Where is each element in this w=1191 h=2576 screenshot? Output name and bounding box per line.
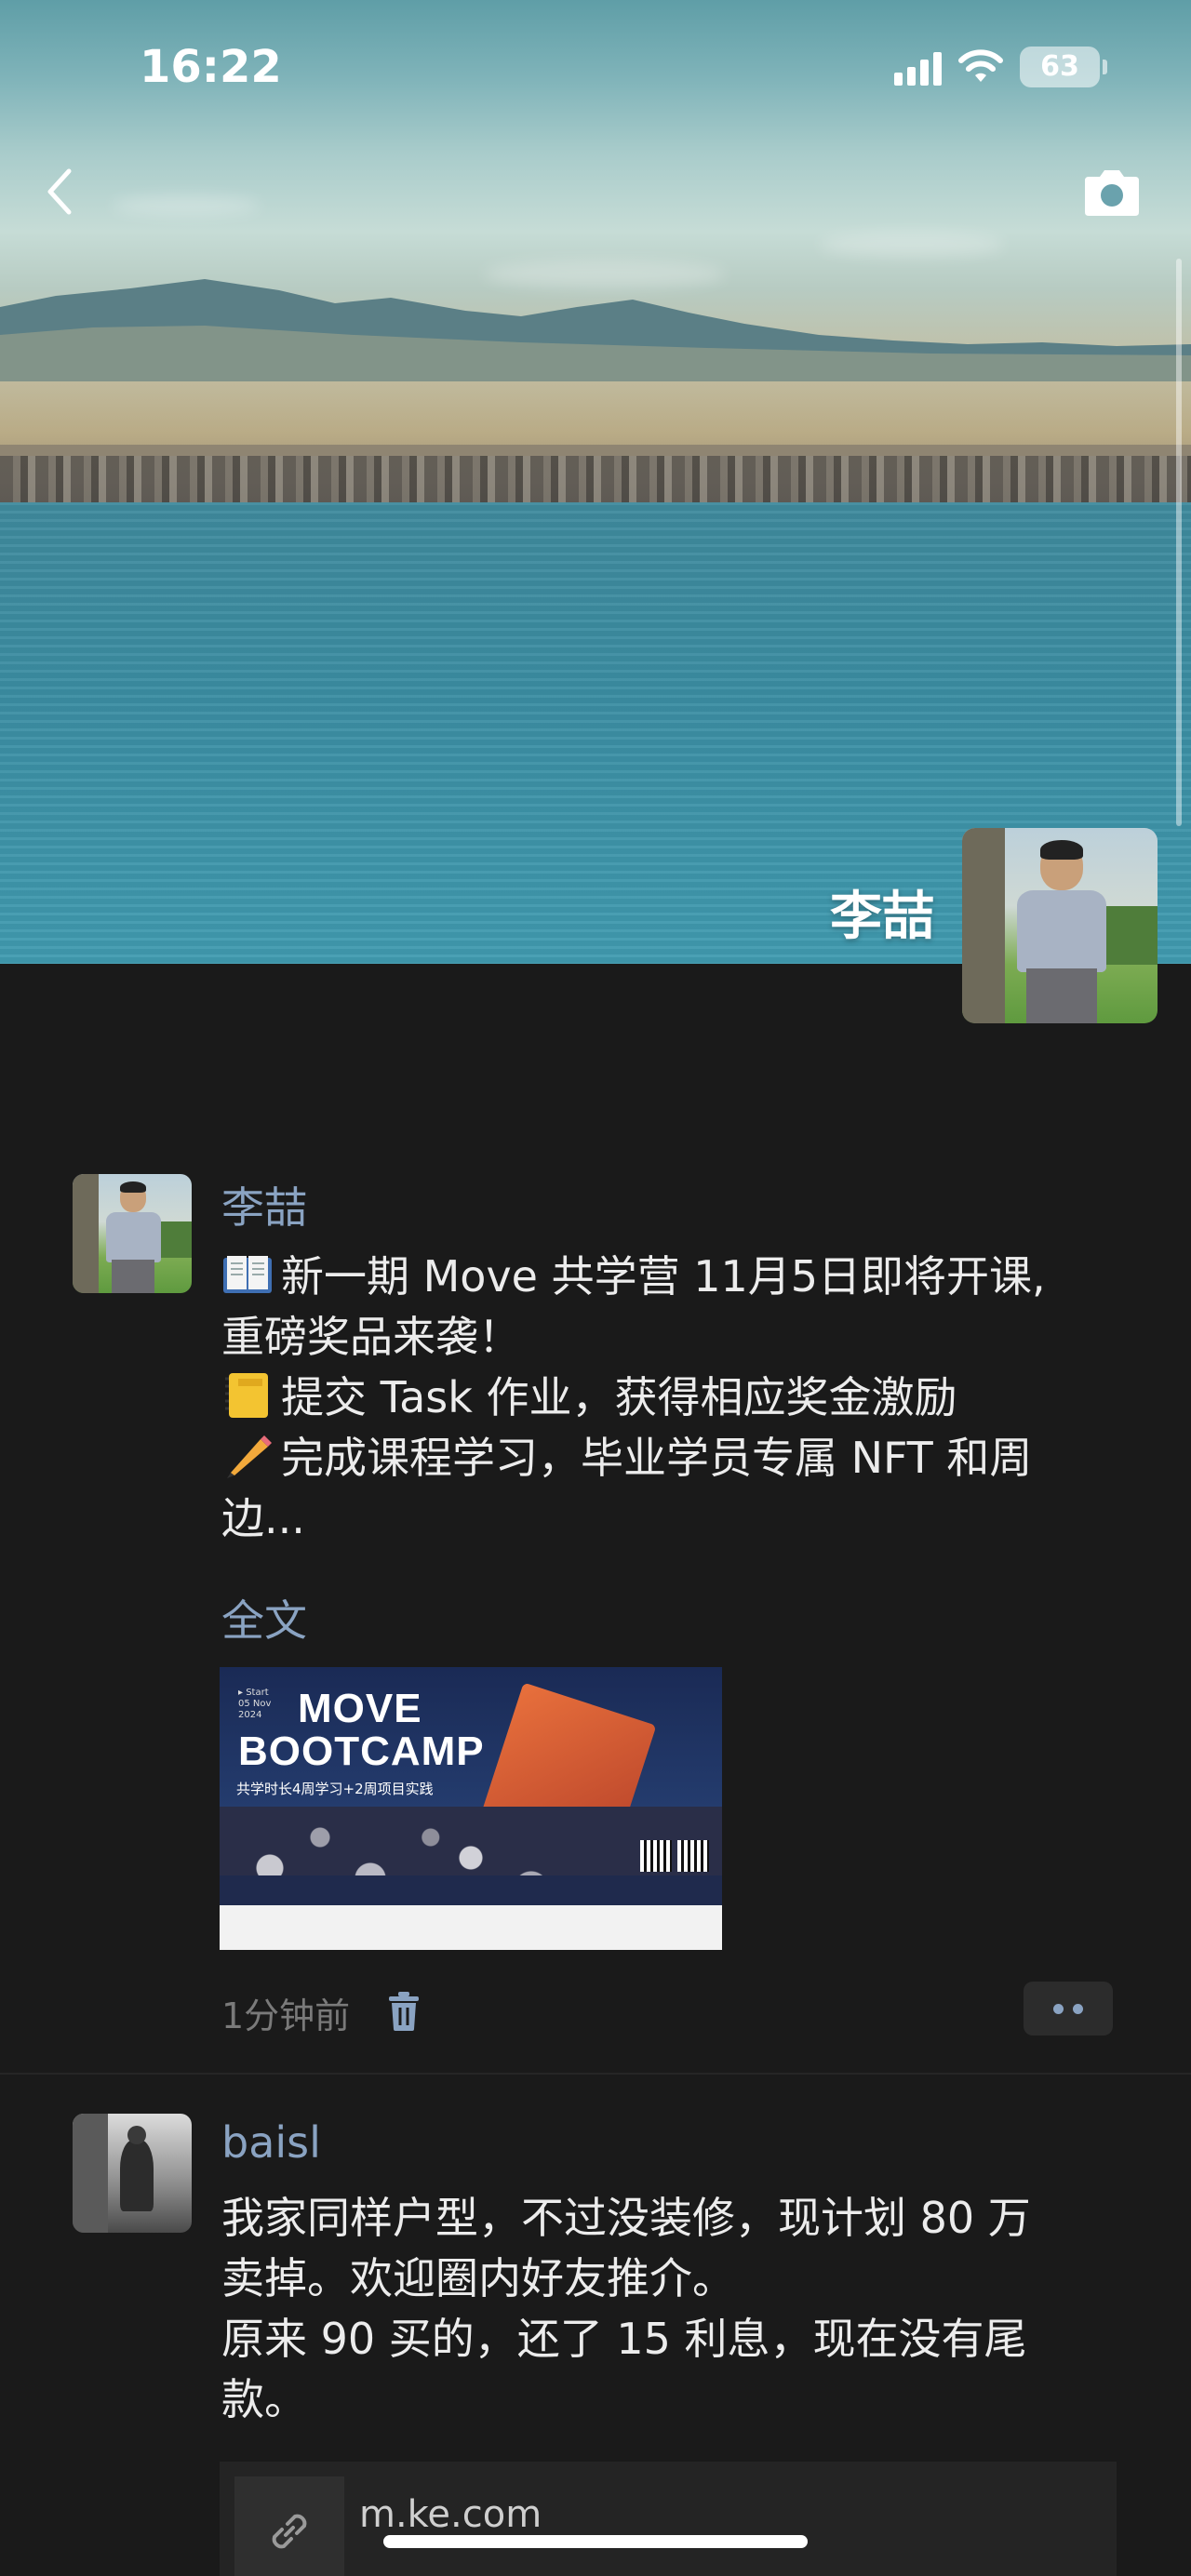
more-actions-button[interactable] [1024,1982,1113,2035]
open-book-emoji-icon [223,1256,272,1293]
poster-partner-bar [220,1875,722,1905]
poster-date: ▸ Start 05 Nov 2024 [238,1688,272,1720]
post-line: 原来 90 买的，还了 15 利息，现在没有尾 [221,2314,1027,2364]
post-author-name[interactable]: 李喆 [221,1174,307,1235]
scrollbar[interactable] [1176,259,1182,826]
post-author-avatar[interactable] [73,2114,192,2233]
post-body: 我家同样户型，不过没装修，现计划 80 万 卖掉。欢迎圈内好友推介。 原来 90… [221,2188,1115,2430]
post-line: 边... [221,1493,305,1543]
post-line: 提交 Task 作业，获得相应奖金激励 [221,1368,1115,1428]
notebook-emoji-icon [225,1373,268,1418]
trash-icon[interactable] [385,1991,422,2032]
post-line: 款。 [221,2374,307,2424]
post-line: 我家同样户型，不过没装修，现计划 80 万 [221,2193,1031,2243]
link-thumbnail [234,2476,344,2576]
wifi-icon [958,49,1003,82]
profile-avatar[interactable] [962,828,1158,1023]
back-icon[interactable] [37,164,84,220]
poster-subtitle: 共学时长4周学习+2周项目实践 [236,1781,434,1797]
qr-code-icon [640,1840,672,1872]
post-line: 卖掉。欢迎圈内好友推介。 [221,2253,735,2303]
post-divider [0,2073,1191,2075]
post-line: 重磅奖品来袭！ [221,1312,521,1362]
qr-code-icon [677,1840,709,1872]
mountains [0,279,1191,381]
cover-photo[interactable]: 16:22 63 李喆 [0,0,1191,964]
post-image[interactable]: ▸ Start 05 Nov 2024 MOVE BOOTCAMP 共学时长4周… [220,1667,722,1950]
post-author-avatar[interactable] [73,1174,192,1293]
moments-page: 16:22 63 李喆 李喆 新一期 Move 共学营 11月5日即将开课, 重… [0,0,1191,2576]
post-line: 新一期 Move 共学营 11月5日即将开课, [221,1247,1115,1307]
profile-name: 李喆 [830,887,934,947]
status-time: 16:22 [140,41,282,93]
post-body: 新一期 Move 共学营 11月5日即将开课, 重磅奖品来袭！ 提交 Task … [221,1247,1115,1549]
link-icon [272,2514,307,2549]
poster-title: MOVE [298,1686,422,1731]
battery-indicator: 63 [1020,47,1107,87]
full-text-link[interactable]: 全文 [221,1587,307,1648]
battery-level: 63 [1040,50,1079,83]
pencil-emoji-icon [227,1435,272,1478]
link-url: m.ke.com [359,2493,542,2536]
shared-link-card[interactable]: m.ke.com [220,2462,1117,2576]
post-time: 1分钟前 [221,1995,351,2036]
camera-icon[interactable] [1081,167,1143,218]
poster-sponsor-strip [220,1905,722,1950]
status-icons: 63 [894,47,1107,87]
post-author-name[interactable]: baisl [221,2117,321,2168]
post-line: 完成课程学习，毕业学员专属 NFT 和周 [221,1428,1115,1488]
home-indicator[interactable] [383,2535,808,2548]
poster-title: BOOTCAMP [238,1728,485,1774]
cellular-signal-icon [894,48,942,86]
dot-icon [1073,2003,1083,2014]
dot-icon [1053,2003,1064,2014]
boardwalk [0,445,1191,456]
